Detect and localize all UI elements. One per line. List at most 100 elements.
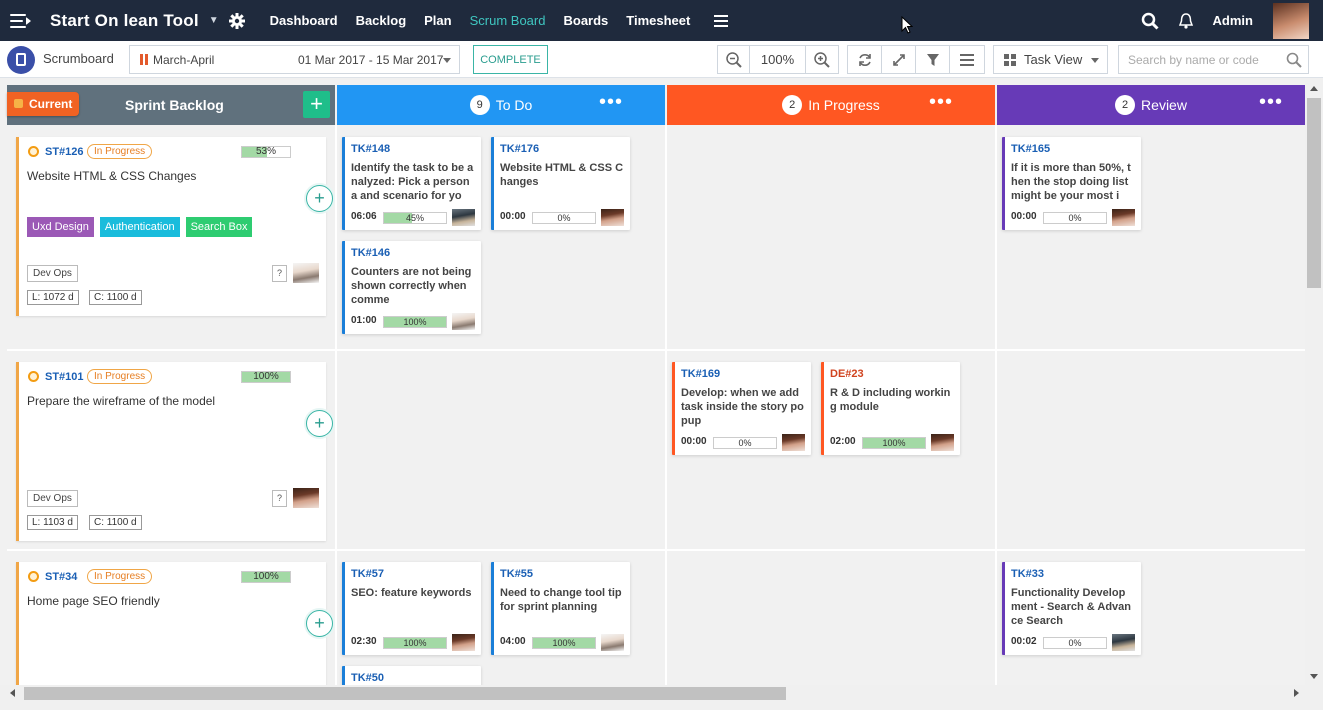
task-card[interactable]: TK#148 Identify the task to be analyzed:… [342, 137, 481, 230]
nav-dashboard[interactable]: Dashboard [270, 13, 338, 28]
estimate-badge[interactable]: ? [272, 490, 287, 507]
story-id[interactable]: ST#126 [45, 146, 84, 158]
column-menu-icon[interactable]: ••• [1259, 92, 1283, 112]
list-menu-button[interactable] [950, 46, 984, 73]
task-card[interactable]: TK#146 Counters are not being shown corr… [342, 241, 481, 334]
zoom-out-icon [725, 51, 742, 68]
story-title: Home page SEO friendly [27, 594, 160, 608]
view-select[interactable]: Task View [993, 45, 1108, 74]
more-menu-icon[interactable] [714, 14, 729, 27]
bell-icon[interactable] [1177, 12, 1195, 30]
column-menu-icon[interactable]: ••• [929, 92, 953, 112]
task-time: 00:00 [681, 436, 707, 447]
column-menu-icon[interactable]: ••• [599, 92, 623, 112]
task-title: Website HTML & CSS Changes [500, 162, 624, 188]
add-story-button[interactable]: + [303, 91, 330, 118]
task-card[interactable]: TK#33 Functionality Development - Search… [1002, 562, 1141, 655]
app-title[interactable]: Start On lean Tool [50, 11, 199, 31]
filter-button[interactable] [916, 46, 950, 73]
nav-timesheet[interactable]: Timesheet [626, 13, 690, 28]
scroll-thumb[interactable] [24, 687, 786, 700]
scroll-down-icon[interactable] [1310, 674, 1318, 679]
story-card[interactable]: ST#126 In Progress 53% Website HTML & CS… [16, 137, 333, 316]
task-progress: 0% [1043, 212, 1107, 224]
nav-plan[interactable]: Plan [424, 13, 451, 28]
tag[interactable]: Uxd Design [27, 217, 94, 237]
tag[interactable]: Search Box [185, 217, 253, 237]
task-card[interactable]: TK#165 If it is more than 50%, then the … [1002, 137, 1141, 230]
sprint-name: March-April [153, 53, 215, 67]
avatar[interactable] [601, 209, 624, 226]
task-progress-label: 0% [738, 438, 752, 448]
story-id[interactable]: ST#34 [45, 571, 77, 583]
task-card[interactable]: TK#57 SEO: feature keywords 02:30 100% [342, 562, 481, 655]
sprint-backlog-title: Sprint Backlog [125, 97, 224, 113]
task-card[interactable]: TK#176 Website HTML & CSS Changes 00:00 … [491, 137, 630, 230]
progress-label: 100% [253, 571, 279, 582]
avatar[interactable] [452, 313, 475, 330]
avatar[interactable] [452, 634, 475, 651]
nav-boards[interactable]: Boards [563, 13, 608, 28]
avatar[interactable] [1112, 634, 1135, 651]
task-id[interactable]: TK#148 [351, 143, 390, 155]
estimate-badge[interactable]: ? [272, 265, 287, 282]
column-count: 2 [782, 95, 803, 115]
add-task-button[interactable]: + [306, 610, 333, 637]
task-card[interactable]: DE#23 R & D including working module 02:… [821, 362, 960, 455]
vertical-scrollbar[interactable] [1305, 80, 1323, 685]
search-icon[interactable] [1286, 52, 1302, 68]
avatar[interactable] [293, 263, 319, 283]
avatar[interactable] [293, 488, 319, 508]
avatar[interactable] [601, 634, 624, 651]
scrum-board: Current Sprint Backlog + 9 To Do ••• 2 In … [0, 80, 1305, 685]
task-card[interactable]: TK#169 Develop: when we add task inside … [672, 362, 811, 455]
task-id[interactable]: TK#146 [351, 247, 390, 259]
avatar[interactable] [782, 434, 805, 451]
scroll-up-icon[interactable] [1310, 86, 1318, 91]
task-card[interactable]: TK#50 [342, 666, 481, 685]
task-title: Counters are not being shown correctly w… [351, 266, 472, 306]
search-icon[interactable] [1141, 12, 1159, 30]
chevron-down-icon[interactable]: ▼ [209, 15, 219, 26]
task-id[interactable]: TK#169 [681, 368, 720, 380]
nav-backlog[interactable]: Backlog [356, 13, 407, 28]
menu-toggle-icon[interactable] [10, 13, 32, 29]
task-progress: 0% [713, 437, 777, 449]
add-task-button[interactable]: + [306, 410, 333, 437]
scroll-left-icon[interactable] [10, 689, 15, 697]
task-progress-label: 0% [557, 213, 571, 223]
search-input[interactable] [1119, 46, 1279, 73]
task-progress-label: 0% [1068, 638, 1082, 648]
task-id[interactable]: TK#176 [500, 143, 539, 155]
scroll-thumb[interactable] [1307, 98, 1321, 288]
task-id[interactable]: TK#55 [500, 568, 533, 580]
progress-bar: 53% [241, 146, 291, 158]
user-name[interactable]: Admin [1213, 13, 1253, 28]
gear-icon[interactable] [228, 12, 245, 29]
task-id[interactable]: TK#33 [1011, 568, 1044, 580]
task-id[interactable]: TK#57 [351, 568, 384, 580]
avatar[interactable] [452, 209, 475, 226]
avatar[interactable] [1112, 209, 1135, 226]
sprint-select[interactable]: March-April 01 Mar 2017 - 15 Mar 2017 [129, 45, 460, 74]
task-id[interactable]: TK#50 [351, 672, 384, 684]
story-card[interactable]: ST#101 In Progress 100% Prepare the wire… [16, 362, 333, 541]
complete-sprint-button[interactable]: COMPLETE [473, 45, 548, 74]
nav-scrum-board[interactable]: Scrum Board [470, 13, 546, 28]
user-avatar[interactable] [1273, 2, 1309, 39]
task-id[interactable]: TK#165 [1011, 143, 1050, 155]
refresh-button[interactable] [848, 46, 882, 73]
horizontal-scrollbar[interactable] [0, 685, 1305, 702]
avatar[interactable] [931, 434, 954, 451]
expand-button[interactable] [882, 46, 916, 73]
tag[interactable]: Authentication [99, 217, 180, 237]
add-task-button[interactable]: + [306, 185, 333, 212]
zoom-out-button[interactable] [718, 46, 750, 73]
task-id[interactable]: DE#23 [830, 368, 864, 380]
story-card[interactable]: ST#34 In Progress 100% Home page SEO fri… [16, 562, 333, 685]
task-card[interactable]: TK#55 Need to change tool tip for sprint… [491, 562, 630, 655]
story-id[interactable]: ST#101 [45, 371, 84, 383]
task-progress-label: 100% [403, 317, 427, 327]
zoom-in-button[interactable] [806, 46, 838, 73]
scroll-right-icon[interactable] [1294, 689, 1299, 697]
